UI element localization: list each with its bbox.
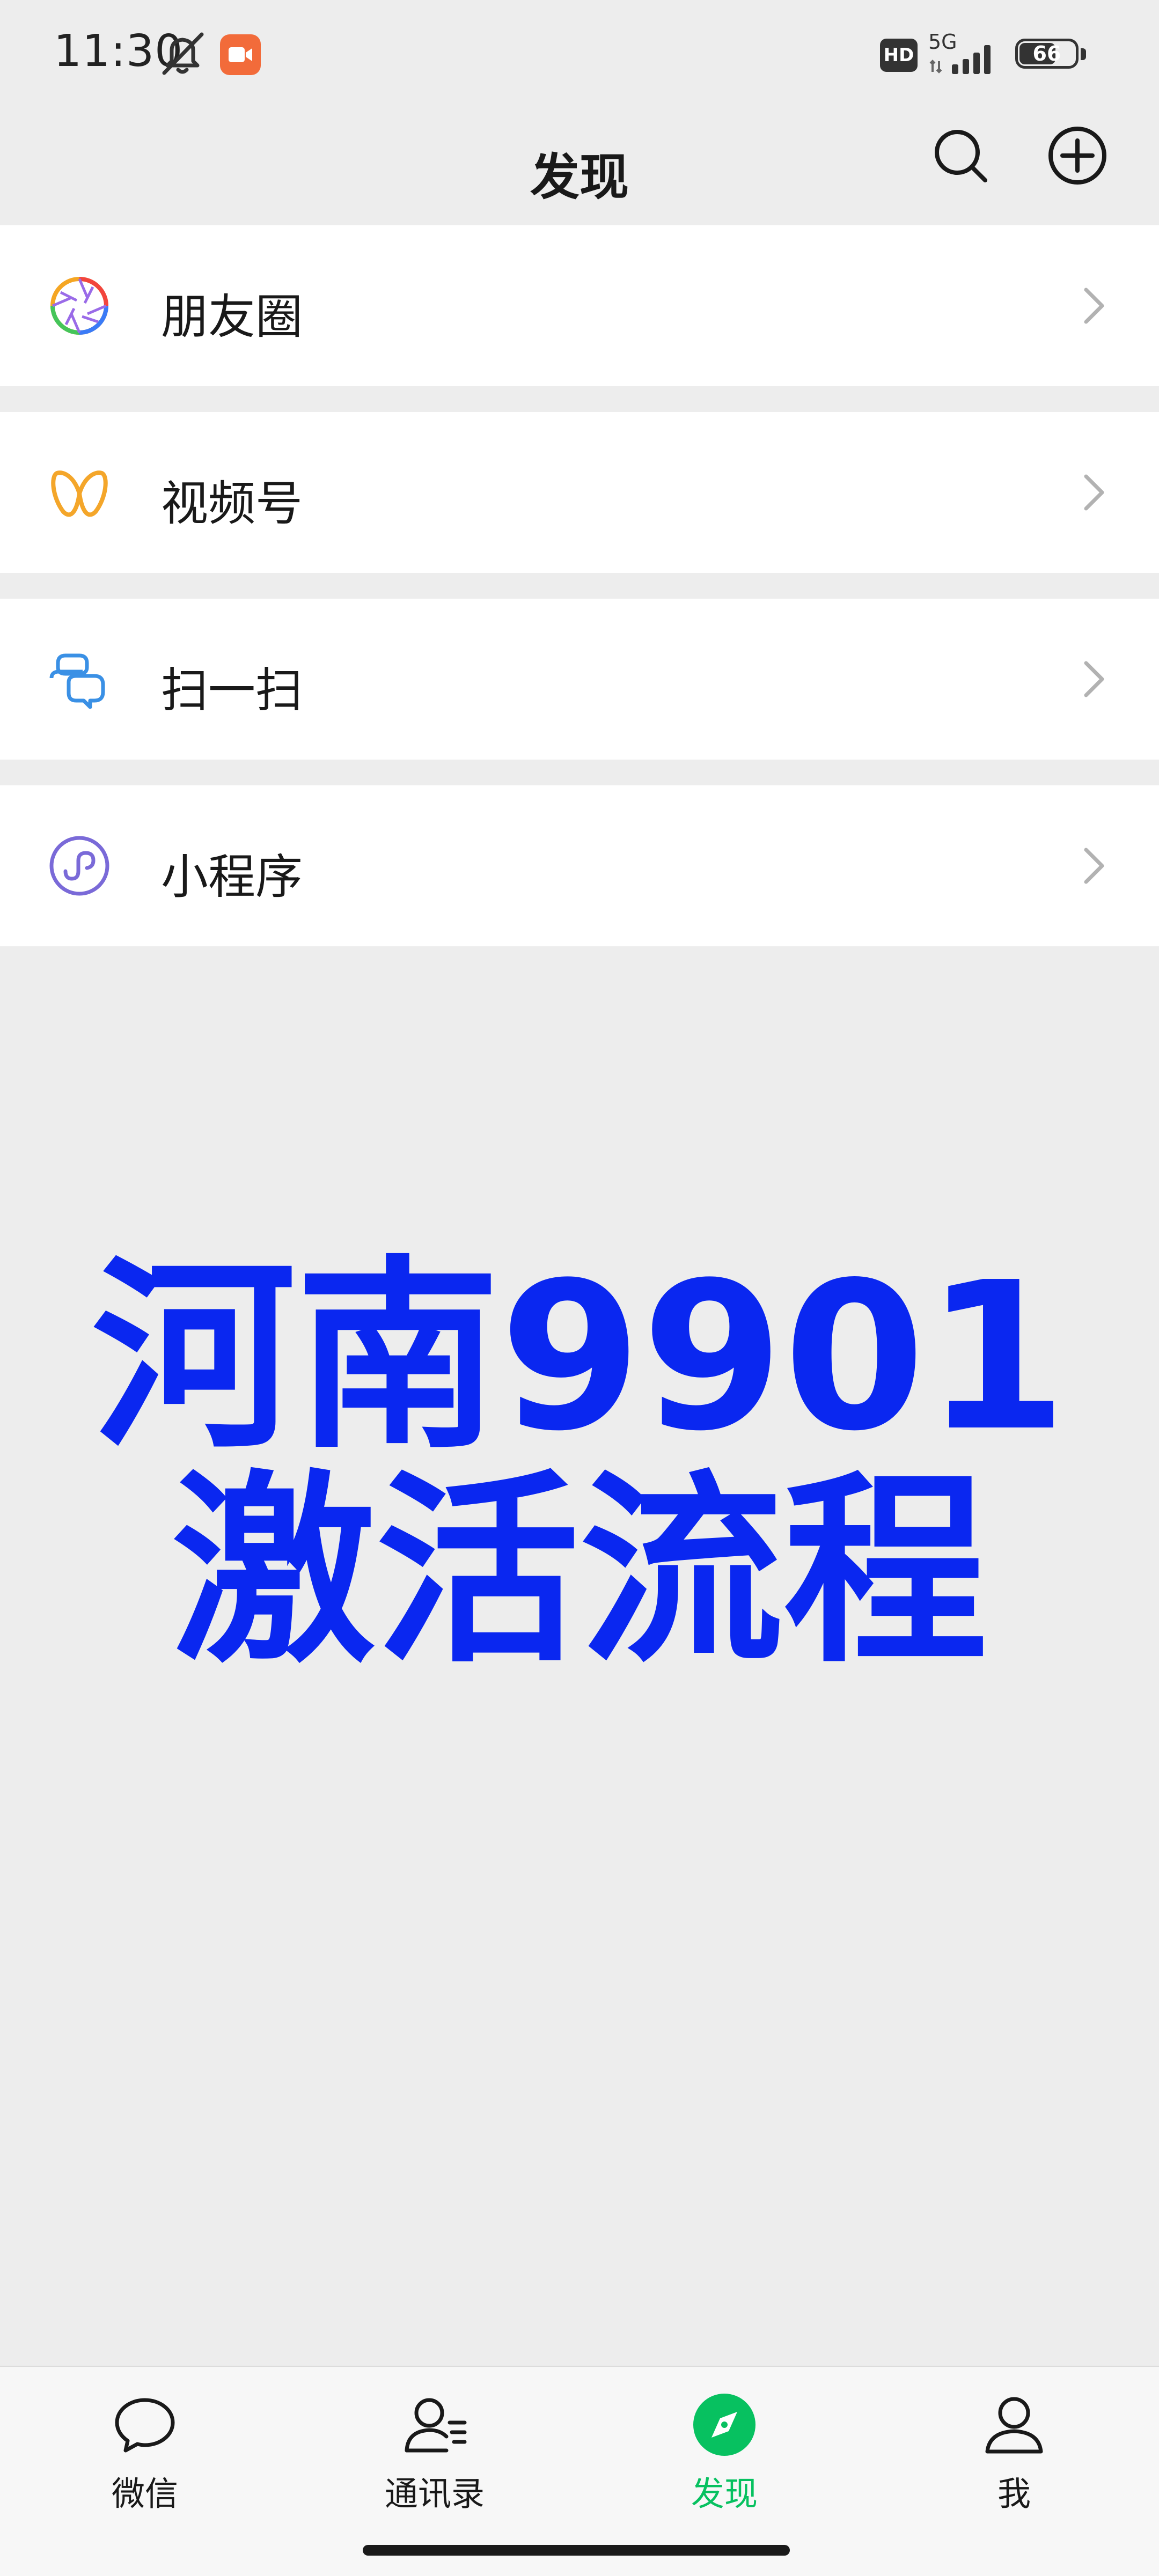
status-bar: 11:30 HD 5G 66 [0, 0, 1159, 107]
menu-item-scan[interactable]: 扫一扫 [0, 599, 1159, 760]
home-indicator[interactable] [363, 2545, 790, 2556]
tab-chats[interactable]: 微信 [0, 2367, 290, 2528]
hd-icon: HD [880, 39, 918, 72]
signal-icon [929, 45, 991, 74]
video-record-icon [220, 34, 261, 75]
tab-contacts[interactable]: 通讯录 [290, 2367, 580, 2528]
tab-me[interactable]: 我 [869, 2367, 1159, 2528]
search-icon[interactable] [928, 123, 993, 188]
chevron-right-icon [1084, 288, 1104, 324]
chevron-right-icon [1084, 848, 1104, 884]
menu-label-moments: 朋友圈 [161, 289, 303, 344]
tab-label-me: 我 [997, 2474, 1031, 2513]
nav-bar: 发现 [0, 107, 1159, 225]
menu-item-moments[interactable]: 朋友圈 [0, 225, 1159, 386]
tab-label-contacts: 通讯录 [384, 2474, 485, 2513]
mute-icon [162, 32, 204, 75]
menu-label-mini-program: 小程序 [161, 849, 303, 904]
tab-discover[interactable]: 发现 [580, 2367, 869, 2528]
menu-label-channels: 视频号 [161, 476, 303, 531]
promo-title-line2: 激活流程 [172, 1453, 987, 1690]
menu-label-scan: 扫一扫 [161, 663, 303, 718]
me-icon [985, 2397, 1043, 2454]
battery-level: 66 [1032, 42, 1061, 65]
discover-icon [693, 2394, 755, 2456]
battery-icon: 66 [1015, 39, 1090, 72]
menu-item-mini-program[interactable]: 小程序 [0, 785, 1159, 946]
menu-item-channels[interactable]: 视频号 [0, 412, 1159, 573]
add-icon[interactable] [1045, 123, 1110, 188]
tab-label-discover: 发现 [691, 2474, 758, 2513]
contacts-icon [405, 2398, 467, 2453]
channels-icon [51, 470, 108, 517]
scan-icon [49, 653, 105, 709]
promo-title-line1: 河南9901 [92, 1238, 1067, 1476]
chat-icon [115, 2398, 175, 2453]
moments-icon [50, 277, 108, 335]
tab-label-chats: 微信 [111, 2474, 178, 2513]
chevron-right-icon [1084, 474, 1104, 511]
mini-program-icon [49, 836, 109, 896]
chevron-right-icon [1084, 661, 1104, 697]
